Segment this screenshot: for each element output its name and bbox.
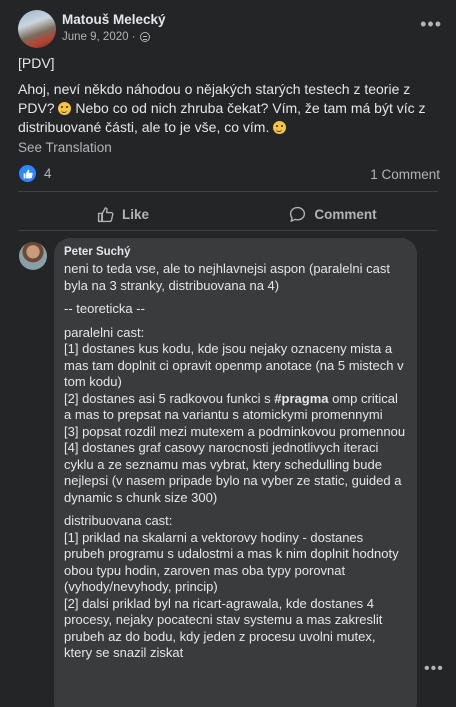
divider — [18, 191, 438, 192]
more-options-icon[interactable]: ••• — [420, 14, 442, 35]
comment-label: Comment — [314, 206, 377, 222]
comment-paralel-section: paralelni cast: [1] dostanes kus kodu, k… — [64, 324, 406, 505]
author-avatar[interactable] — [18, 10, 56, 48]
commenter-avatar[interactable] — [19, 242, 47, 270]
thumbs-up-icon — [97, 206, 114, 222]
post-text: Ahoj, neví někdo náhodou o nějakých star… — [18, 81, 426, 135]
reaction-summary[interactable]: 4 — [19, 165, 52, 182]
like-reaction-icon — [19, 165, 36, 182]
comment-bubble: Peter Suchý neni to teda vse, ale to nej… — [54, 238, 417, 707]
pragma-hashtag[interactable]: #pragma — [274, 391, 328, 406]
comment-intro: neni to teda vse, ale to nejhlavnejsi as… — [64, 261, 390, 293]
comment-button[interactable]: Comment — [228, 199, 438, 229]
post-date[interactable]: June 9, 2020 · — [62, 31, 136, 43]
like-count: 4 — [44, 166, 52, 181]
action-bar: Like Comment — [18, 199, 438, 229]
like-label: Like — [121, 206, 149, 222]
comment-dist-section: distribuovana cast: [1] priklad na skala… — [64, 513, 399, 660]
comment-options-icon[interactable]: ••• — [424, 660, 444, 678]
post-meta: June 9, 2020 · — [62, 31, 150, 43]
comment-icon — [290, 206, 306, 222]
like-button[interactable]: Like — [18, 199, 228, 229]
post: Matouš Melecký June 9, 2020 · ••• [PDV] … — [0, 0, 456, 707]
see-translation-link[interactable]: See Translation — [18, 140, 112, 155]
comment-theory-header: -- teoreticka -- — [64, 301, 145, 316]
comment-count[interactable]: 1 Comment — [370, 167, 440, 182]
smile-emoji-icon — [273, 121, 287, 134]
divider — [18, 230, 438, 231]
comment-text: neni to teda vse, ale to nejhlavnejsi as… — [64, 261, 407, 662]
globe-icon — [139, 32, 150, 42]
author-name[interactable]: Matouš Melecký — [62, 12, 166, 27]
commenter-name[interactable]: Peter Suchý — [64, 246, 407, 258]
post-body: [PDV] Ahoj, neví někdo náhodou o nějakýc… — [18, 54, 443, 144]
post-tag: [PDV] — [18, 55, 55, 71]
smile-emoji-icon — [58, 102, 72, 115]
